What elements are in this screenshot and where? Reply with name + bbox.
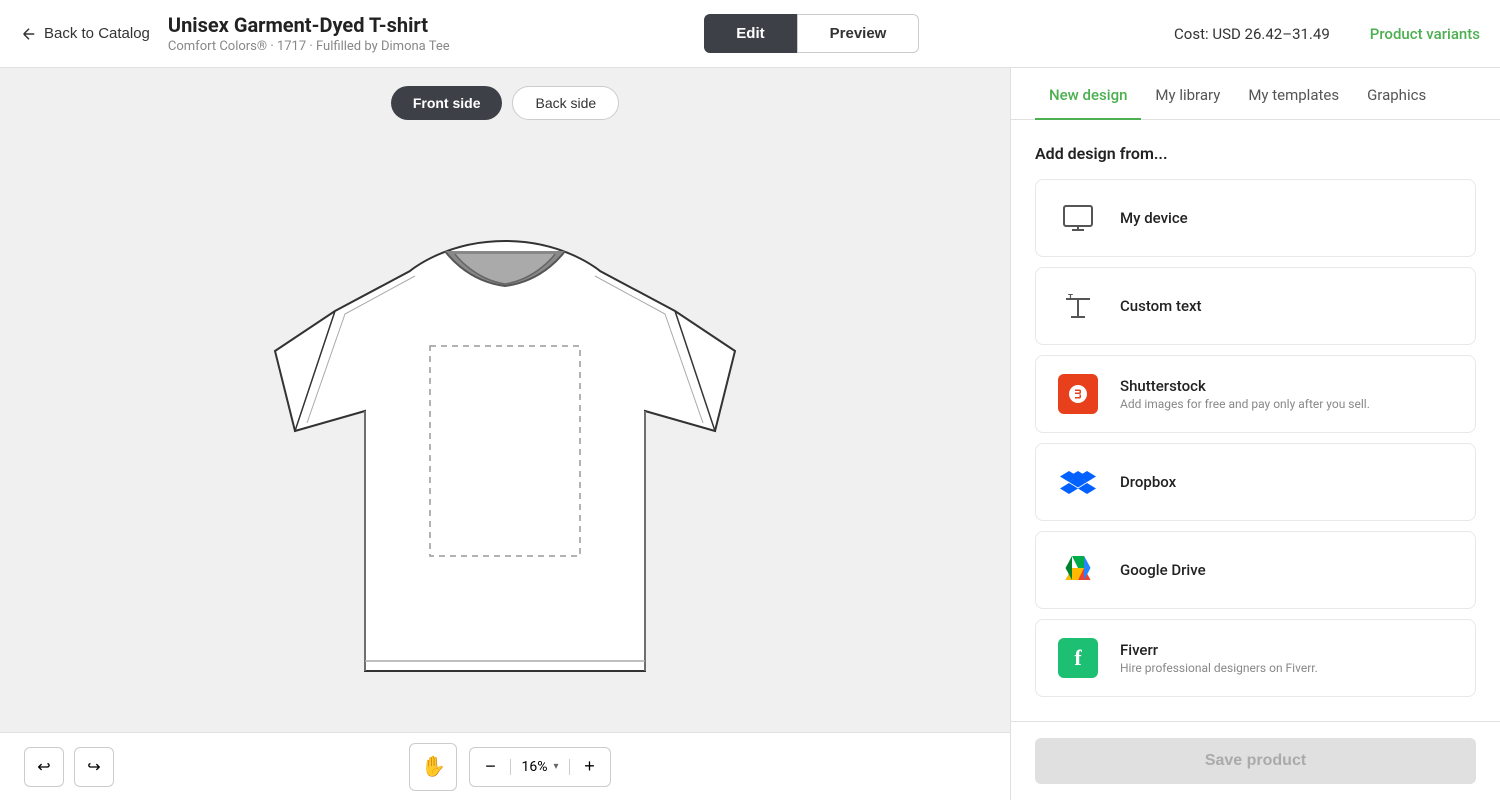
custom-text-name: Custom text: [1120, 297, 1202, 315]
zoom-control-group: − 16% ▾ +: [469, 747, 610, 787]
tab-new-design[interactable]: New design: [1035, 68, 1141, 120]
device-icon: [1056, 196, 1100, 240]
shutterstock-text: Shutterstock Add images for free and pay…: [1120, 377, 1370, 411]
tshirt-illustration: [245, 151, 765, 711]
canvas-area: Front side Back side: [0, 68, 1010, 800]
tab-my-templates[interactable]: My templates: [1234, 68, 1353, 120]
preview-button[interactable]: Preview: [797, 14, 920, 53]
header: Back to Catalog Unisex Garment-Dyed T-sh…: [0, 0, 1500, 68]
fiverr-name: Fiverr: [1120, 641, 1318, 659]
shutterstock-icon: [1056, 372, 1100, 416]
product-title: Unisex Garment-Dyed T-shirt: [168, 13, 450, 37]
zoom-chevron-icon: ▾: [553, 761, 558, 772]
shutterstock-name: Shutterstock: [1120, 377, 1370, 395]
google-drive-name: Google Drive: [1120, 561, 1206, 579]
zoom-percentage: 16%: [521, 759, 547, 775]
zoom-out-button[interactable]: −: [470, 747, 510, 787]
redo-button[interactable]: ↪: [74, 747, 114, 787]
undo-button[interactable]: ↩: [24, 747, 64, 787]
add-design-label: Add design from...: [1035, 144, 1476, 163]
tshirt-canvas[interactable]: [0, 130, 1010, 732]
dropbox-icon: [1056, 460, 1100, 504]
google-drive-option[interactable]: Google Drive: [1035, 531, 1476, 609]
tab-my-library[interactable]: My library: [1141, 68, 1234, 120]
fiverr-option[interactable]: f Fiverr Hire professional designers on …: [1035, 619, 1476, 697]
google-drive-text: Google Drive: [1120, 561, 1206, 579]
panel-content: Add design from... My device: [1011, 120, 1500, 721]
dropbox-text: Dropbox: [1120, 473, 1176, 491]
fiverr-desc: Hire professional designers on Fiverr.: [1120, 661, 1318, 675]
tab-graphics[interactable]: Graphics: [1353, 68, 1440, 120]
dropbox-name: Dropbox: [1120, 473, 1176, 491]
hand-tool-button[interactable]: ✋: [409, 743, 457, 791]
shutterstock-option[interactable]: Shutterstock Add images for free and pay…: [1035, 355, 1476, 433]
zoom-value[interactable]: 16% ▾: [510, 759, 569, 775]
side-tabs: Front side Back side: [0, 68, 1010, 130]
svg-text:T: T: [1068, 293, 1073, 302]
product-variants-link[interactable]: Product variants: [1370, 25, 1480, 43]
fiverr-text: Fiverr Hire professional designers on Fi…: [1120, 641, 1318, 675]
my-device-text: My device: [1120, 209, 1188, 227]
main-content: Front side Back side: [0, 68, 1500, 800]
back-to-catalog-button[interactable]: Back to Catalog: [20, 17, 150, 51]
dropbox-option[interactable]: Dropbox: [1035, 443, 1476, 521]
back-label: Back to Catalog: [44, 25, 150, 42]
custom-text-text: Custom text: [1120, 297, 1202, 315]
fiverr-icon: f: [1056, 636, 1100, 680]
shutterstock-logo: [1058, 374, 1098, 414]
undo-redo-controls: ↩ ↪: [24, 747, 114, 787]
my-device-option[interactable]: My device: [1035, 179, 1476, 257]
google-drive-icon: [1056, 548, 1100, 592]
back-side-tab[interactable]: Back side: [512, 86, 619, 120]
canvas-toolbar: ↩ ↪ ✋ − 16% ▾ +: [0, 732, 1010, 800]
product-subtitle: Comfort Colors® · 1717 · Fulfilled by Di…: [168, 39, 450, 54]
custom-text-icon: T: [1056, 284, 1100, 328]
header-right: Cost: USD 26.42–31.49 Product variants: [1174, 25, 1480, 43]
save-product-button: Save product: [1035, 738, 1476, 784]
zoom-controls: ✋ − 16% ▾ +: [409, 743, 610, 791]
fiverr-logo: f: [1058, 638, 1098, 678]
my-device-name: My device: [1120, 209, 1188, 227]
custom-text-option[interactable]: T Custom text: [1035, 267, 1476, 345]
cost-label: Cost: USD 26.42–31.49: [1174, 25, 1330, 43]
arrow-left-icon: [20, 25, 38, 43]
shutterstock-desc: Add images for free and pay only after y…: [1120, 397, 1370, 411]
zoom-in-button[interactable]: +: [570, 747, 610, 787]
edit-button[interactable]: Edit: [704, 14, 796, 53]
edit-preview-toggle: Edit Preview: [450, 14, 1174, 53]
panel-tabs: New design My library My templates Graph…: [1011, 68, 1500, 120]
front-side-tab[interactable]: Front side: [391, 86, 503, 120]
right-panel: New design My library My templates Graph…: [1010, 68, 1500, 800]
save-product-area: Save product: [1011, 721, 1500, 800]
product-info: Unisex Garment-Dyed T-shirt Comfort Colo…: [168, 13, 450, 54]
